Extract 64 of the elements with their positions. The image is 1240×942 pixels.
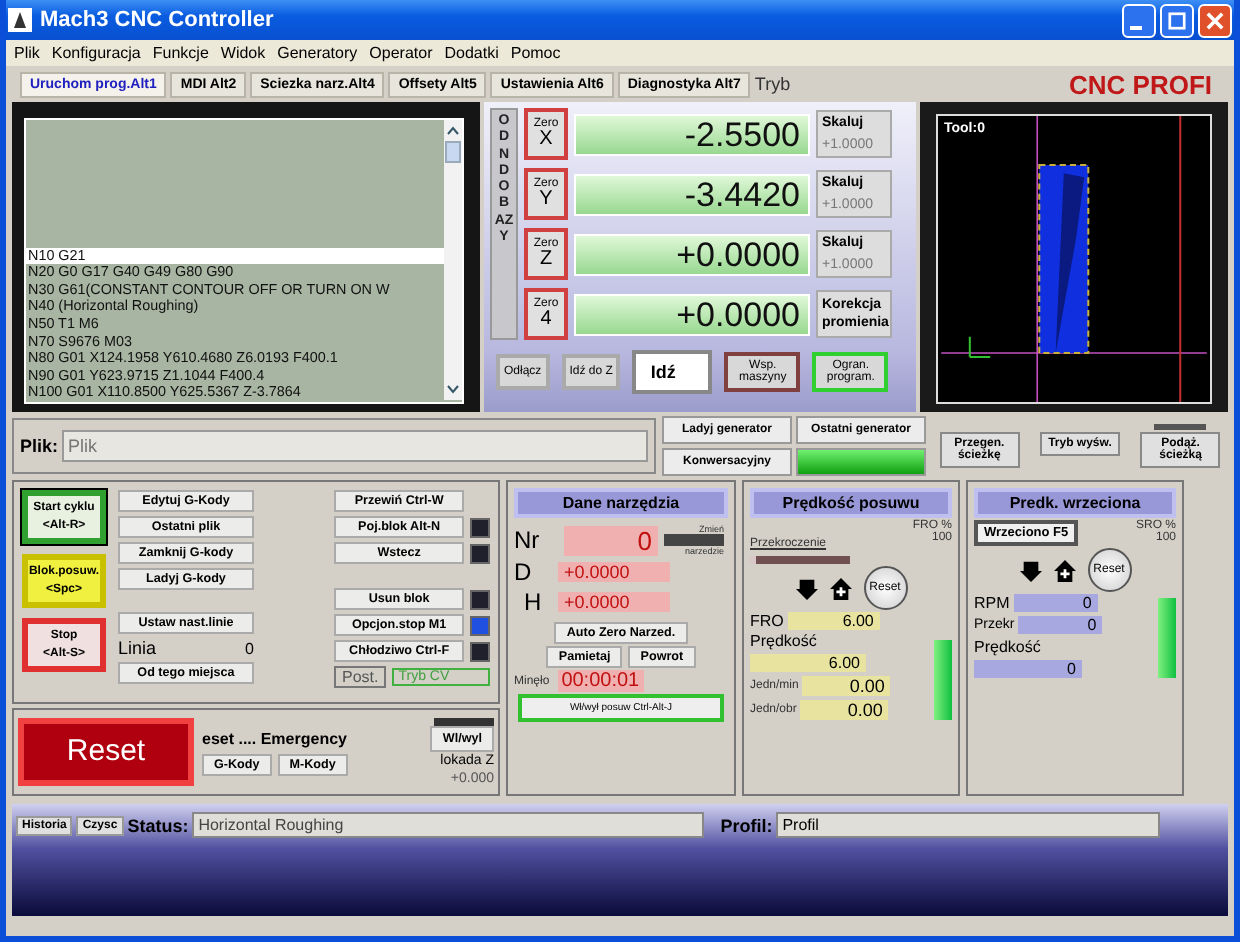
post-label: Post. xyxy=(334,666,387,688)
section-title: Predk. wrzeciona xyxy=(974,488,1176,518)
section-title: Dane narzędzia xyxy=(514,488,728,518)
brand-label: CNC PROFI xyxy=(1069,69,1214,99)
menu-item[interactable]: Dodatki xyxy=(444,44,499,62)
emergency-message: eset .... Emergency xyxy=(202,729,348,747)
profile-field: Profil xyxy=(776,812,1161,838)
minimize-button[interactable] xyxy=(1122,3,1156,37)
scrollbar[interactable] xyxy=(444,120,462,402)
maximize-button[interactable] xyxy=(1160,3,1194,37)
menu-item[interactable]: Konfiguracja xyxy=(51,44,141,62)
close-icon xyxy=(1206,11,1224,29)
feed-speed-value: 6.00 xyxy=(750,654,866,672)
menu-item[interactable]: Operator xyxy=(369,44,433,62)
menu-item[interactable]: Plik xyxy=(14,44,40,62)
down-arrow-icon[interactable] xyxy=(1019,559,1041,581)
h-label: H xyxy=(522,588,544,616)
menu-item[interactable]: Generatory xyxy=(277,44,358,62)
menu-item[interactable]: Pomoc xyxy=(510,44,561,62)
feed-indicator-bar xyxy=(934,640,952,720)
file-field[interactable]: Plik xyxy=(62,430,648,462)
minimize-icon xyxy=(1129,26,1141,30)
tool-number-label: Nr xyxy=(514,526,542,554)
fro-value: 6.00 xyxy=(787,612,880,630)
axis-readout: +0.0000 xyxy=(574,293,810,335)
file-label: Plik: xyxy=(20,436,59,456)
spindle-speed-label: Prędkość xyxy=(974,638,1043,656)
line-value: 0 xyxy=(245,640,254,658)
window-title: Mach3 CNC Controller xyxy=(40,8,274,32)
up-plus-icon[interactable] xyxy=(1053,559,1075,581)
up-plus-icon[interactable] xyxy=(829,577,851,599)
h-value: +0.0000 xyxy=(558,592,670,612)
axis-readout: +0.0000 xyxy=(574,233,810,275)
tool-number-value: 0 xyxy=(564,525,658,555)
led-indicator xyxy=(434,717,494,725)
status-label: Status: xyxy=(127,815,189,835)
rpm-value: 0 xyxy=(1013,594,1098,612)
profile-label: Profil: xyxy=(720,815,773,835)
elapsed-time: 00:00:01 xyxy=(557,670,644,692)
reset-button[interactable]: Reset xyxy=(18,718,194,786)
section-title: Prędkość posuwu xyxy=(750,488,952,518)
axis-readout: -2.5500 xyxy=(574,113,810,155)
rpm-label: RPM xyxy=(974,594,1010,612)
menu-item[interactable]: Funkcje xyxy=(152,44,209,62)
feed-speed-label: Prędkość xyxy=(750,632,819,650)
fro-label: FRO xyxy=(750,612,784,630)
d-value: +0.0000 xyxy=(558,562,670,582)
status-field: Horizontal Roughing xyxy=(192,812,705,838)
app-icon xyxy=(8,8,32,32)
go-button[interactable]: Idź xyxy=(632,350,713,394)
spindle-speed-value: 0 xyxy=(974,660,1082,678)
close-button[interactable] xyxy=(1198,3,1232,37)
mode-label: Tryb xyxy=(754,74,791,94)
line-label: Linia xyxy=(118,638,157,658)
d-label: D xyxy=(514,558,534,586)
generator-action-button[interactable] xyxy=(796,448,926,476)
units-per-rev-value: 0.00 xyxy=(800,700,889,720)
units-per-min-value: 0.00 xyxy=(802,676,891,696)
spindle-override-value: 0 xyxy=(1018,616,1103,634)
spindle-indicator-bar xyxy=(1158,598,1176,678)
menu-item[interactable]: Widok xyxy=(220,44,266,62)
axis-readout: -3.4420 xyxy=(574,173,810,215)
maximize-icon xyxy=(1168,11,1186,29)
down-arrow-icon[interactable] xyxy=(795,577,817,599)
